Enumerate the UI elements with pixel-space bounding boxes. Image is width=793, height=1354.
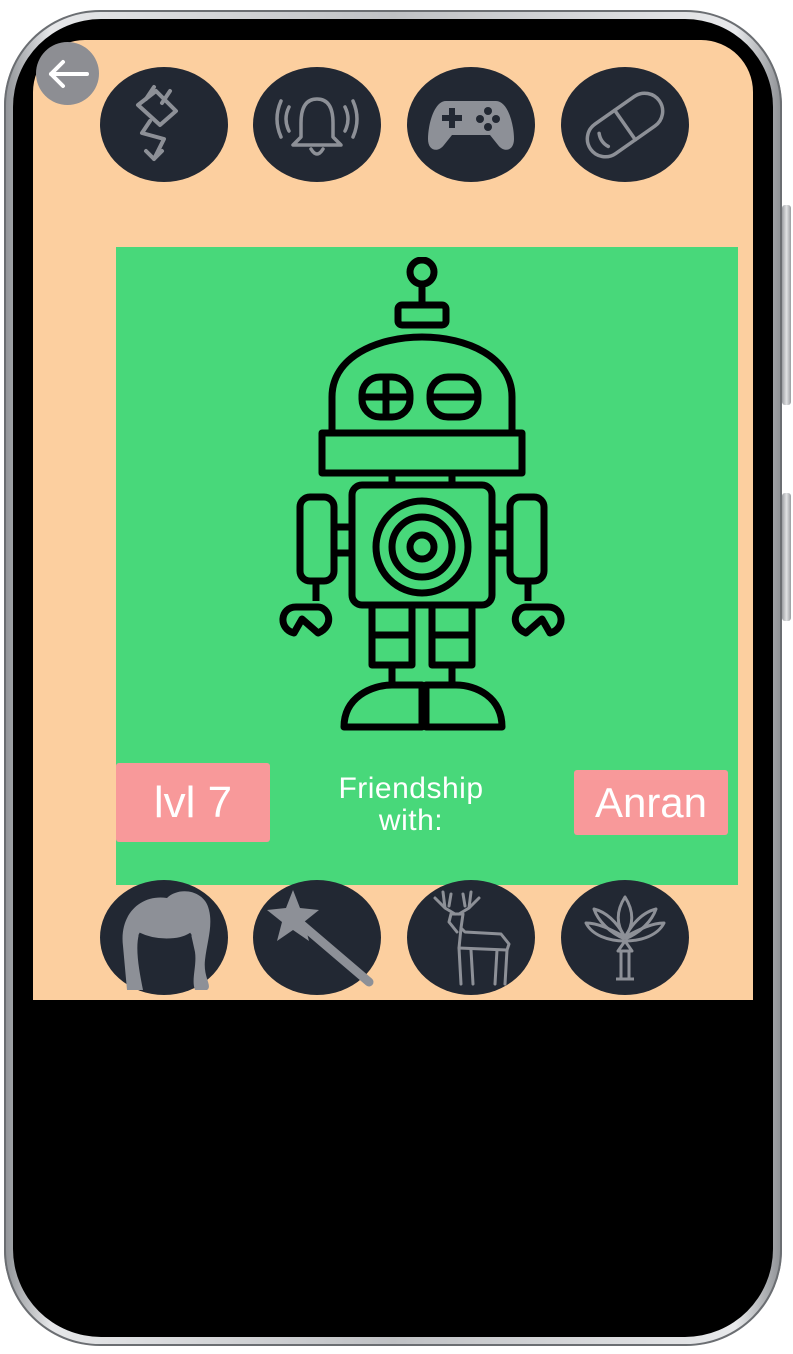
robot-icon bbox=[279, 257, 565, 731]
level-badge: lvl 7 bbox=[116, 763, 270, 842]
play-button[interactable] bbox=[407, 67, 535, 182]
deer-icon bbox=[433, 890, 511, 985]
hair-button[interactable] bbox=[100, 880, 228, 995]
volume-button bbox=[782, 205, 791, 405]
friendship-line-1: Friendship bbox=[338, 772, 484, 805]
nature-button[interactable] bbox=[407, 880, 535, 995]
pill-icon bbox=[585, 90, 665, 159]
power-button bbox=[782, 493, 791, 621]
plug-charge-icon bbox=[136, 84, 178, 161]
back-button[interactable] bbox=[36, 42, 99, 105]
pet-panel: lvl 7 Friendship with: Anran bbox=[116, 247, 738, 885]
notification-button[interactable] bbox=[253, 67, 381, 182]
friend-name-badge: Anran bbox=[574, 770, 728, 835]
app-screen: lvl 7 Friendship with: Anran bbox=[33, 40, 753, 1000]
friendship-line-2: with: bbox=[378, 804, 444, 837]
magic-wand-icon bbox=[267, 889, 374, 986]
lotus-tree-icon bbox=[584, 895, 666, 980]
charge-button[interactable] bbox=[100, 67, 228, 182]
spirit-button[interactable] bbox=[561, 880, 689, 995]
friendship-label: Friendship with: bbox=[306, 773, 516, 837]
hair-icon bbox=[122, 890, 211, 990]
arrow-left-icon bbox=[48, 59, 89, 88]
magic-button[interactable] bbox=[253, 880, 381, 995]
gamepad-icon bbox=[428, 100, 514, 150]
bell-ringing-icon bbox=[275, 96, 359, 156]
medicine-button[interactable] bbox=[561, 67, 689, 182]
